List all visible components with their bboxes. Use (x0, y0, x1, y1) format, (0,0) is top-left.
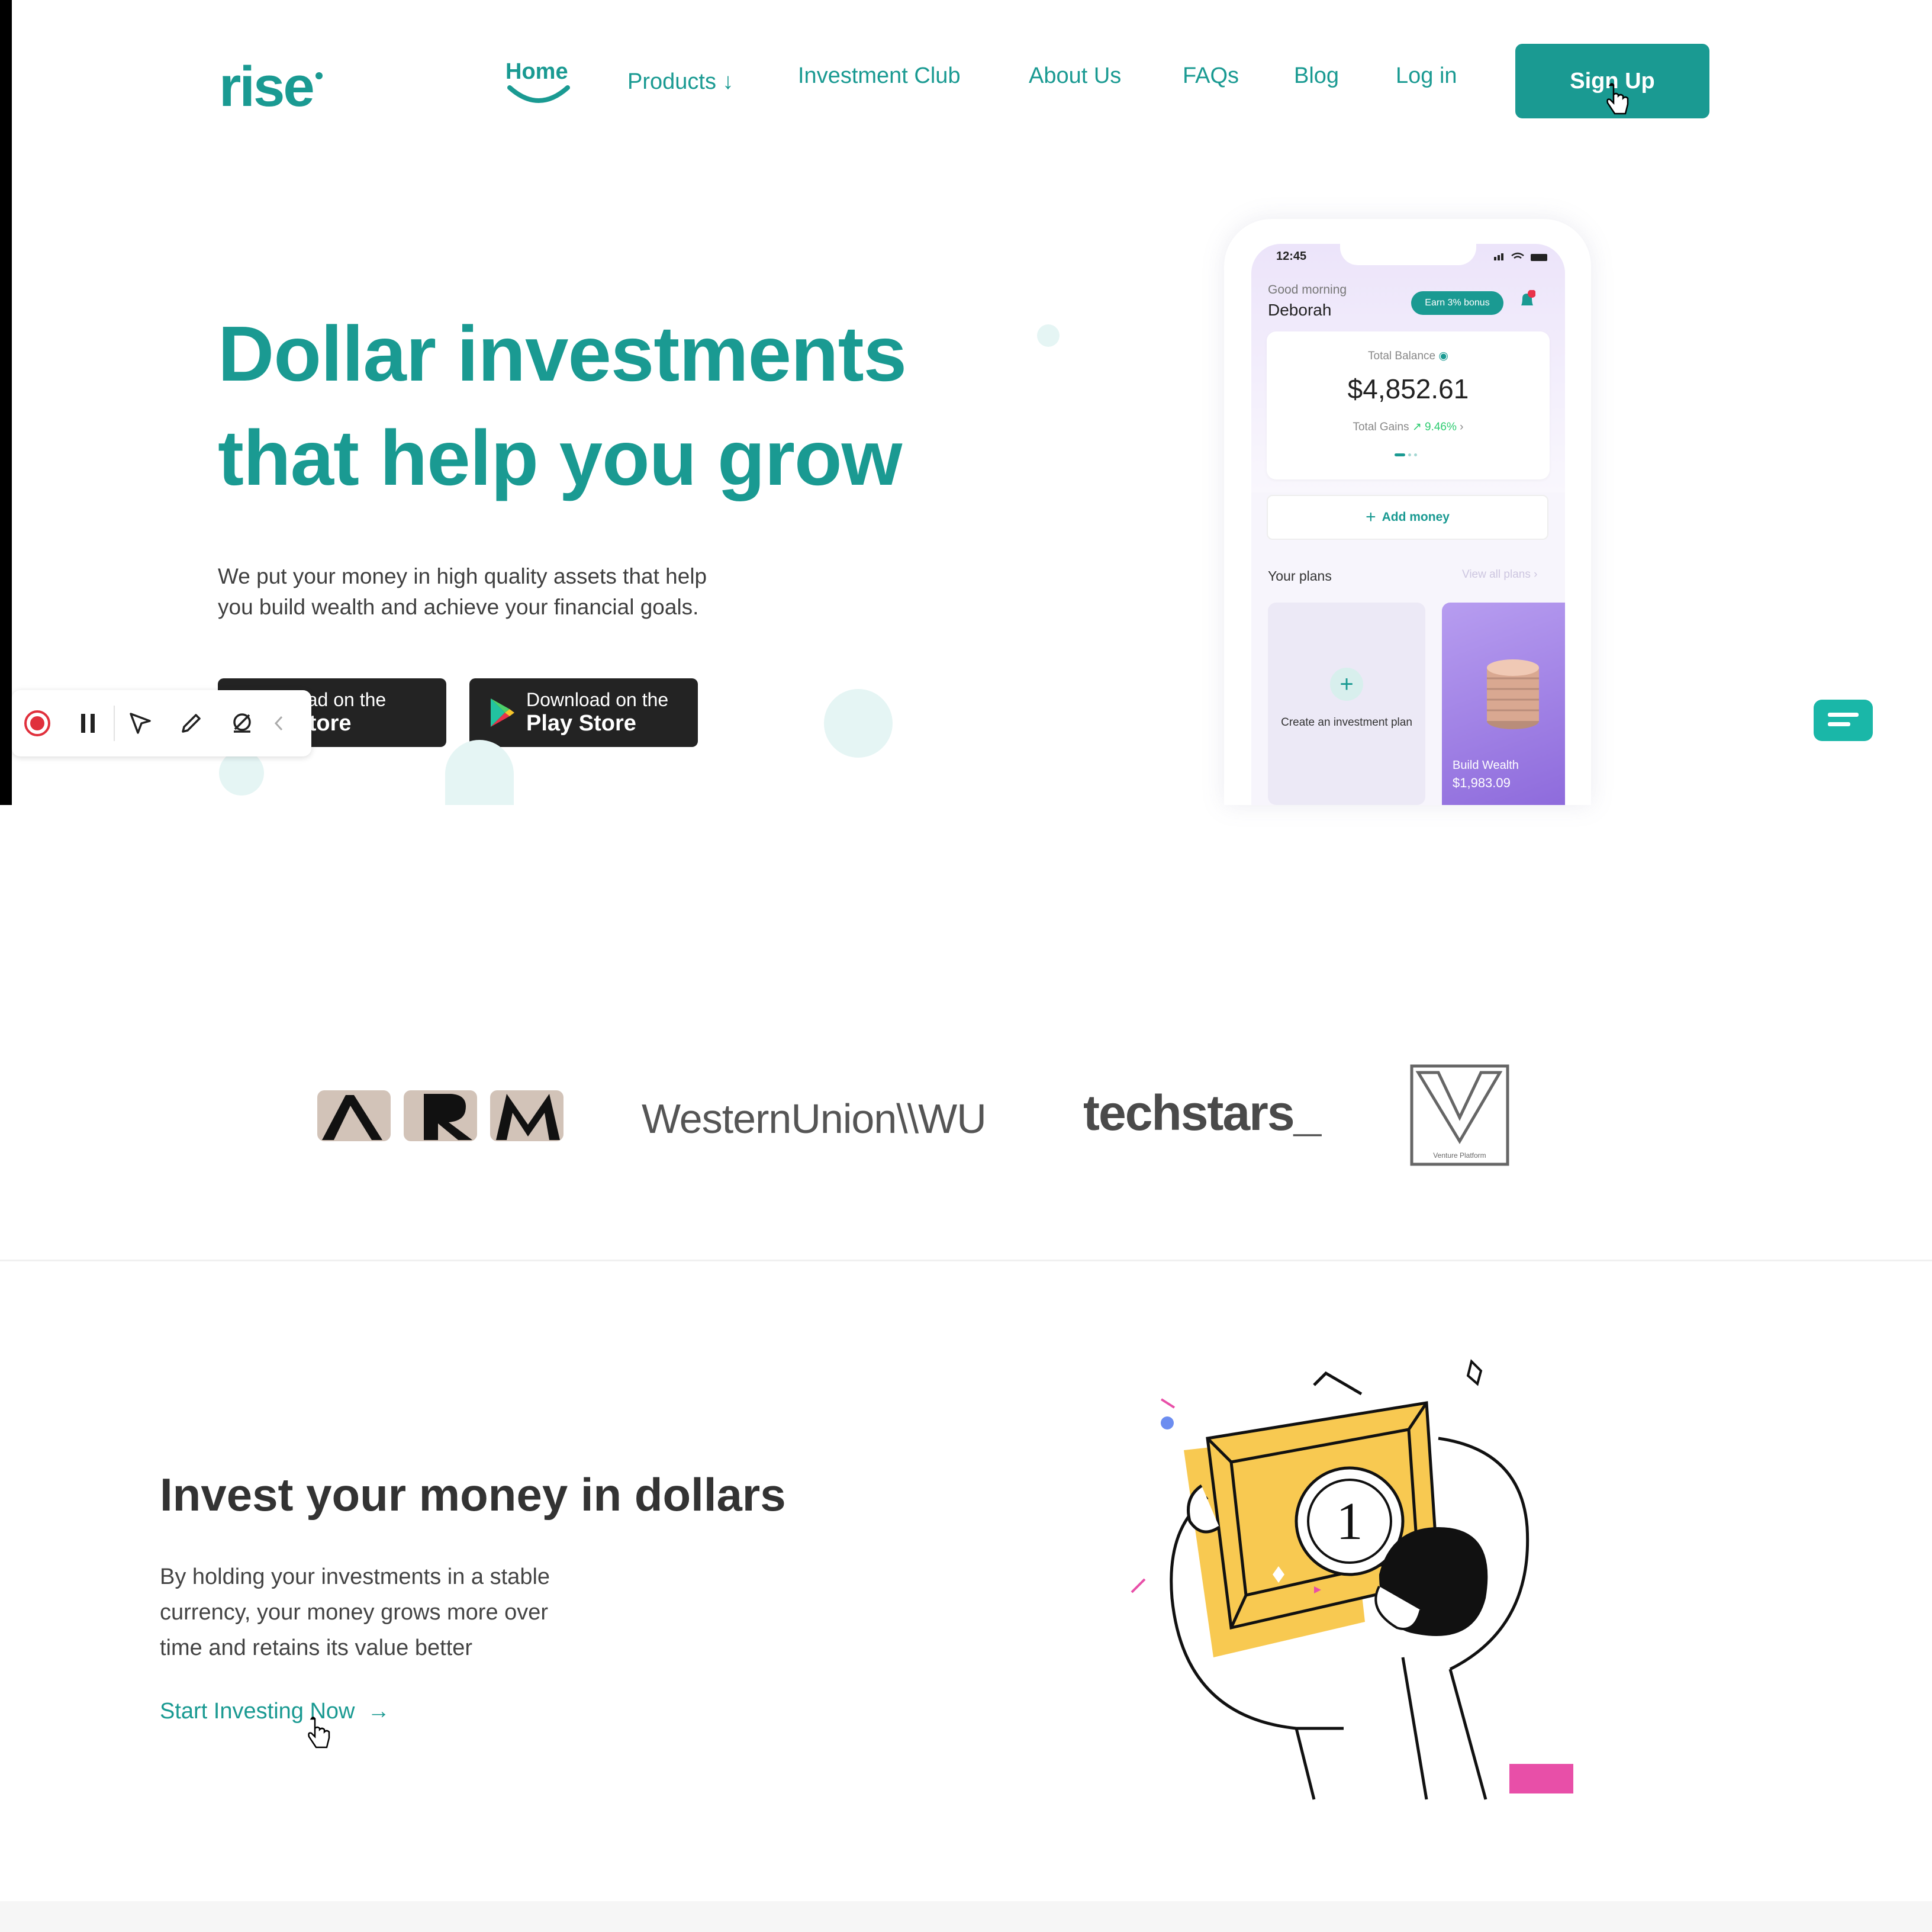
medal-number: 1 (1337, 1492, 1363, 1551)
plus-icon: + (1330, 668, 1363, 701)
chevron-left-icon (274, 716, 283, 731)
start-investing-link[interactable]: Start Investing Now → (160, 1699, 390, 1724)
plan-amount: $1,983.09 (1453, 775, 1511, 790)
western-union-logo: WesternUnion\\WU (642, 1096, 987, 1142)
nav-products[interactable]: Products ↓ (627, 69, 734, 95)
play-store-icon (491, 698, 514, 727)
balance-label: Total Balance ◉ (1368, 350, 1448, 362)
user-name: Deborah (1268, 301, 1332, 319)
nav-home[interactable]: Home (505, 59, 568, 85)
gains-row: Total Gains ↗ 9.46% › (1353, 421, 1464, 433)
status-icons (1494, 252, 1547, 261)
nav-investment-club[interactable]: Investment Club (798, 63, 961, 89)
nav-about-us[interactable]: About Us (1029, 63, 1121, 89)
section-title: Invest your money in dollars (160, 1469, 786, 1521)
nav-log-in[interactable]: Log in (1396, 63, 1457, 89)
recording-toolbar (12, 690, 311, 756)
nav-faqs[interactable]: FAQs (1183, 63, 1239, 89)
balance-value: $4,852.61 (1347, 373, 1469, 404)
hero-title: Dollar investments that help you grow (218, 310, 907, 501)
plus-icon: + (1366, 507, 1376, 527)
eraser-icon (233, 713, 251, 733)
smile-underline-icon (507, 85, 570, 103)
balance-card: Total Balance ◉ $4,852.61 Total Gains ↗ … (1267, 331, 1550, 479)
hero-subtitle: We put your money in high quality assets… (218, 564, 707, 619)
arm-logo (317, 1090, 564, 1141)
bonus-badge[interactable]: Earn 3% bonus (1411, 291, 1503, 315)
carousel-dots (1395, 450, 1420, 461)
build-wealth-plan-card[interactable]: Build Wealth $1,983.09 (1442, 603, 1565, 805)
decor-bubble (219, 751, 264, 796)
pencil-tool[interactable] (166, 690, 217, 756)
chat-widget-button[interactable] (1814, 700, 1873, 741)
add-money-button[interactable]: + Add money (1267, 495, 1548, 540)
decor-bubble (824, 689, 893, 758)
venture-platform-caption: Venture Platform (1433, 1151, 1486, 1160)
eye-icon[interactable]: ◉ (1438, 350, 1448, 362)
view-all-plans-link[interactable]: View all plans › (1462, 568, 1537, 581)
pause-icon (81, 714, 95, 733)
chat-icon (1828, 713, 1859, 726)
rise-logo[interactable]: rise (219, 54, 323, 120)
plan-name: Build Wealth (1453, 759, 1519, 772)
phone-notch (1340, 244, 1476, 265)
section-divider (0, 1260, 1932, 1261)
cursor-hand-icon (1606, 83, 1629, 115)
pointer-tool[interactable] (115, 690, 166, 756)
play-store-button[interactable]: Download on the Play Store (469, 678, 698, 747)
next-section-band (0, 1901, 1932, 1932)
pause-button[interactable] (63, 690, 114, 756)
left-black-edge (0, 0, 12, 805)
decor-bubble (445, 740, 514, 805)
record-icon (24, 710, 50, 736)
venture-platform-logo: Venture Platform (1410, 1064, 1509, 1166)
collapse-toolbar[interactable] (268, 690, 291, 756)
greeting-text: Good morning (1268, 283, 1347, 297)
decor-bubble (1037, 324, 1060, 347)
medal-illustration: 1 (1131, 1359, 1573, 1800)
cursor-hand-icon (308, 1717, 330, 1749)
nav-blog[interactable]: Blog (1294, 63, 1339, 89)
phone-screen: 12:45 Good morning Deborah Earn 3% bonus… (1251, 244, 1565, 805)
create-plan-label: Create an investment plan (1281, 716, 1412, 729)
eraser-tool[interactable] (217, 690, 268, 756)
create-plan-card[interactable]: + Create an investment plan (1268, 603, 1425, 805)
your-plans-heading: Your plans (1268, 568, 1332, 584)
coin-stack-icon (1487, 659, 1539, 729)
record-button[interactable] (12, 690, 63, 756)
bell-icon[interactable] (1519, 290, 1535, 311)
section-body: By holding your investments in a stable … (160, 1564, 550, 1660)
pencil-icon (182, 714, 201, 733)
arrow-right-icon: → (367, 1699, 390, 1724)
techstars-logo: techstars_ (1083, 1085, 1321, 1141)
status-time: 12:45 (1276, 250, 1307, 263)
pointer-icon (130, 713, 151, 734)
